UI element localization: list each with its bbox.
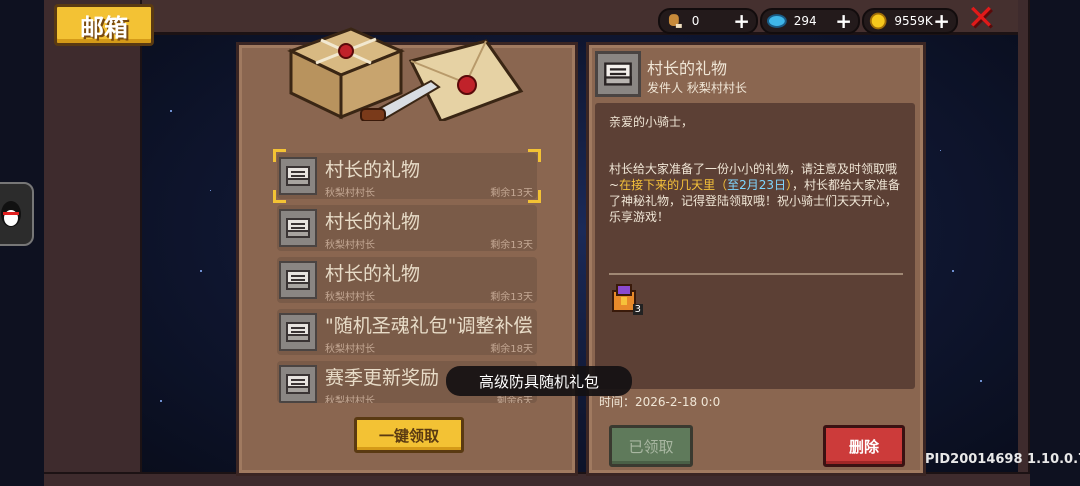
mail-sender: 秋梨村村长 [325, 240, 375, 251]
frame-right-pillar [1018, 0, 1030, 486]
inbox-tray-icon [286, 322, 310, 342]
selection-corner-tl [273, 149, 286, 162]
detail-mail-icon-box [595, 51, 641, 97]
qq-float-button[interactable] [0, 182, 34, 246]
detail-sender: 发件人 秋梨村村长 [647, 81, 747, 95]
add-food-button[interactable]: + [733, 9, 750, 33]
mail-icon-box [279, 209, 317, 247]
claimed-button: 已领取 [609, 425, 693, 467]
mail-detail-panel: 村长的礼物 发件人 秋梨村村长 亲爱的小骑士， 村长给大家准备了一份小小的礼物，… [586, 42, 926, 476]
mail-icon-box [279, 313, 317, 351]
version-label: PID20014698 1.10.0.7 [925, 452, 1080, 467]
mail-remaining: 剩余13天 [490, 188, 533, 199]
body-highlight: 在接下来的几天里（ [619, 178, 728, 192]
penguin-icon [1, 201, 21, 227]
screen-right-edge [1030, 0, 1080, 486]
inbox-tray-icon [286, 270, 310, 290]
mail-greeting: 亲爱的小骑士， [609, 115, 694, 129]
mail-icon-box [279, 365, 317, 403]
selection-corner-tr [528, 149, 541, 162]
mail-title: 赛季更新奖励 [325, 367, 440, 389]
mail-item[interactable]: 村长的礼物 秋梨村村长 剩余13天 [277, 205, 537, 251]
gem-icon [766, 14, 787, 28]
food-counter: 0 + [658, 8, 758, 34]
delete-label: 删除 [848, 437, 879, 456]
mail-sender: 秋梨村村长 [325, 344, 375, 355]
mail-body-box: 亲爱的小骑士， 村长给大家准备了一份小小的礼物，请注意及时领取哦~在接下来的几天… [595, 103, 915, 389]
claimed-label: 已领取 [628, 437, 674, 456]
mail-list-panel: 村长的礼物 秋梨村村长 剩余13天 村长的礼物 秋梨村村长 剩余13天 村长的礼 [236, 27, 578, 476]
delete-button[interactable]: 删除 [823, 425, 905, 467]
inbox-tray-icon [286, 374, 310, 394]
body-date: 至2月23日 [727, 178, 786, 192]
inbox-tray-icon [286, 166, 310, 186]
selection-corner-bl [273, 190, 286, 203]
food-icon [668, 14, 682, 28]
mail-item[interactable]: "随机圣魂礼包"调整补偿 秋梨村村长 剩余18天 [277, 309, 537, 355]
coin-icon [869, 12, 887, 30]
inbox-tray-icon [286, 218, 310, 238]
claim-all-button[interactable]: 一键领取 [354, 417, 464, 453]
body-divider [609, 273, 903, 275]
mail-sender: 秋梨村村长 [325, 396, 375, 403]
mail-title: "随机圣魂礼包"调整补偿 [325, 315, 533, 337]
mail-title: 村长的礼物 [325, 211, 421, 233]
parcel-letter-illustration [287, 27, 524, 121]
mail-item[interactable]: 村长的礼物 秋梨村村长 剩余13天 [277, 257, 537, 303]
reward-item-slot[interactable]: 3 [609, 281, 643, 315]
mail-icon-box [279, 261, 317, 299]
mail-item[interactable]: 村长的礼物 秋梨村村长 剩余13天 [273, 149, 541, 203]
food-value: 0 [691, 14, 700, 28]
frame-left-pillar [44, 0, 142, 486]
coin-value: 9559K [894, 14, 933, 28]
mail-sender: 秋梨村村长 [325, 292, 375, 303]
mail-title: 村长的礼物 [325, 263, 421, 285]
tooltip-text: 高级防具随机礼包 [478, 372, 599, 391]
close-icon[interactable]: ✕ [966, 0, 996, 38]
mailbox-title-plate: 邮箱 [54, 4, 154, 46]
gem-counter: 294 + [760, 8, 860, 34]
mail-remaining: 剩余13天 [490, 240, 533, 251]
mail-title: 村长的礼物 [325, 159, 421, 181]
mail-remaining: 剩余13天 [490, 292, 533, 303]
mail-sender: 秋梨村村长 [325, 188, 375, 199]
add-gem-button[interactable]: + [835, 9, 852, 33]
item-tooltip: 高级防具随机礼包 [446, 366, 632, 396]
page-title: 邮箱 [80, 13, 128, 42]
selection-corner-br [528, 190, 541, 203]
mail-body-text: 村长给大家准备了一份小小的礼物，请注意及时领取哦~在接下来的几天里（至2月23日… [609, 161, 903, 225]
mail-remaining: 剩余18天 [490, 344, 533, 355]
claim-all-label: 一键领取 [378, 426, 439, 445]
reward-count: 3 [632, 304, 643, 315]
inbox-tray-icon [604, 62, 632, 86]
detail-title: 村长的礼物 [647, 59, 728, 78]
gem-value: 294 [793, 14, 817, 28]
coin-counter: 9559K + [862, 8, 958, 34]
add-coin-button[interactable]: + [933, 9, 950, 33]
